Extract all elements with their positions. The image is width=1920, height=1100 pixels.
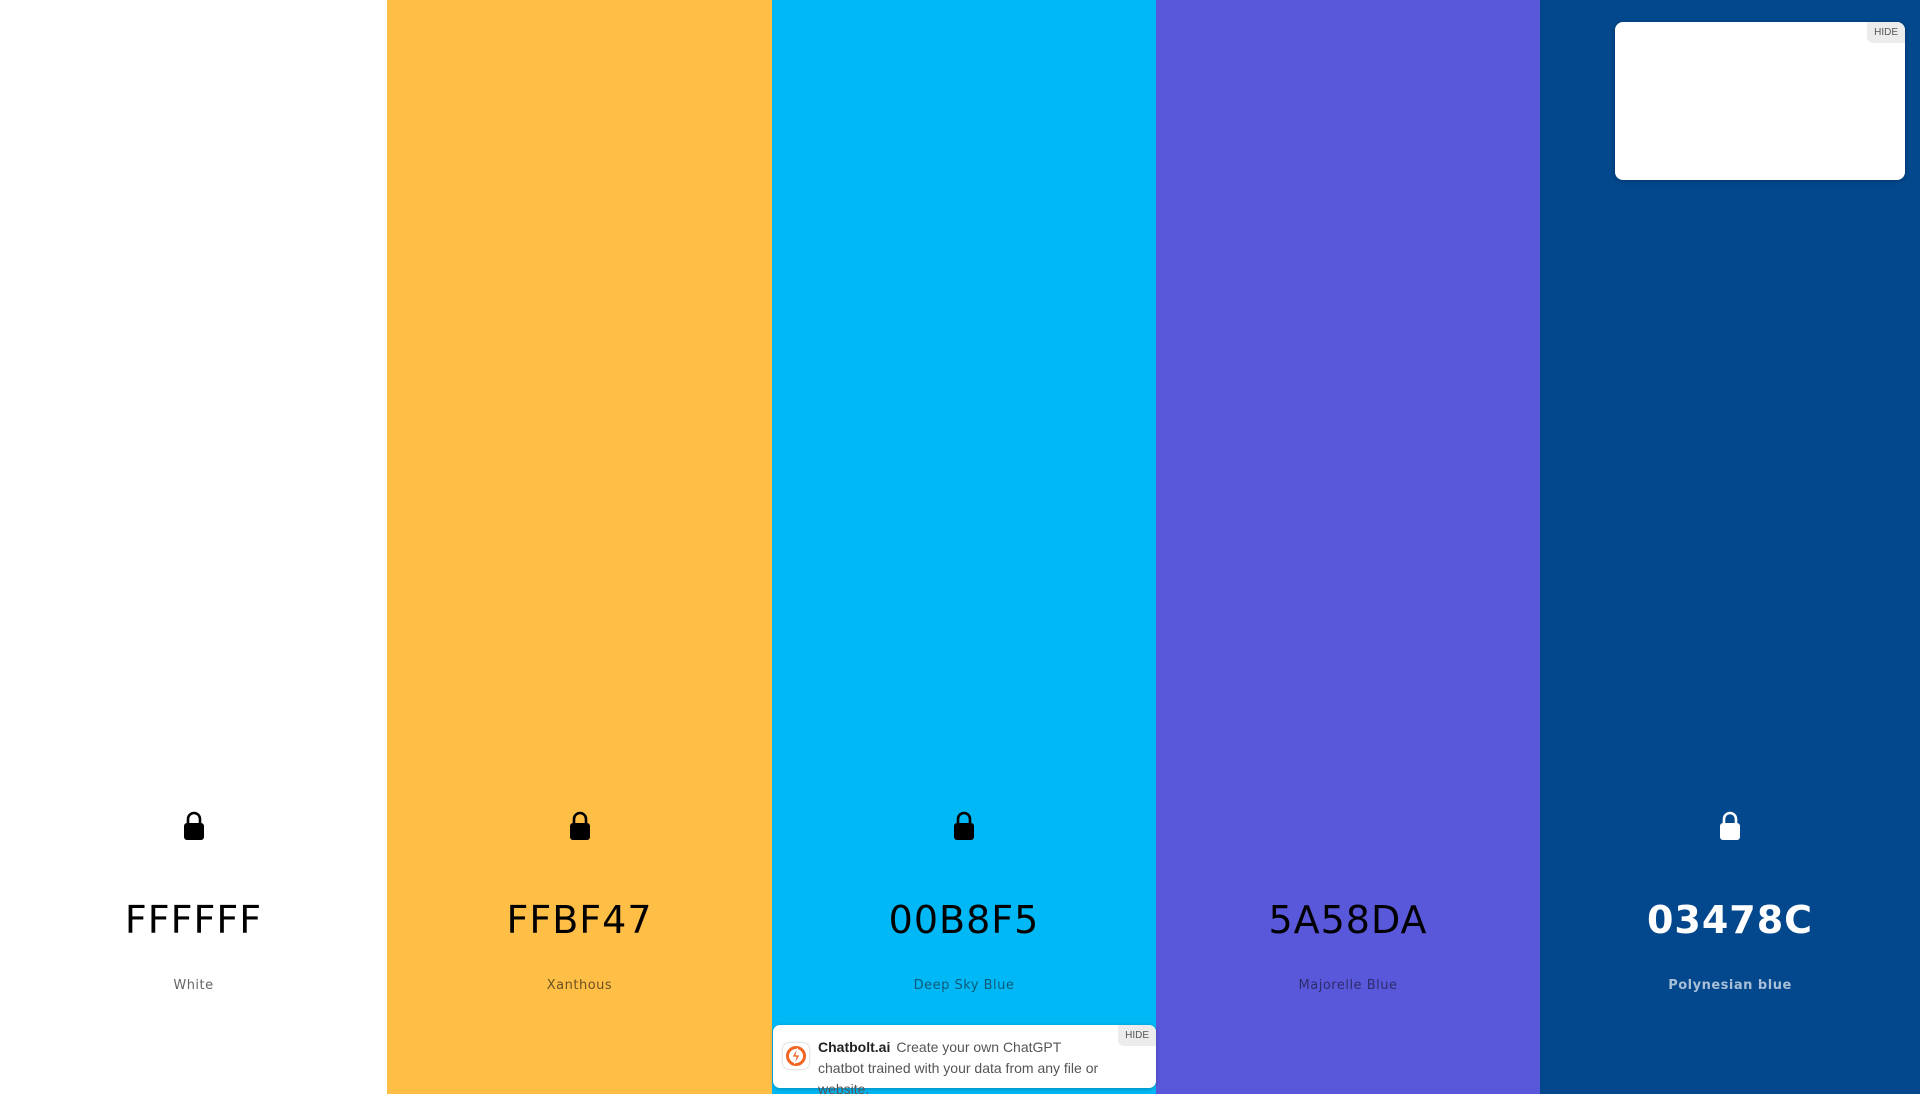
swatch-ffffff[interactable]: FFFFFF White: [0, 0, 387, 1094]
hex-code[interactable]: 5A58DA: [1156, 898, 1540, 942]
hex-code[interactable]: FFBF47: [387, 898, 772, 942]
lock-icon[interactable]: [1718, 810, 1742, 842]
color-name: Deep Sky Blue: [913, 978, 1015, 993]
color-name: White: [173, 978, 214, 993]
lock-icon[interactable]: [952, 810, 976, 842]
swatch-5a58da[interactable]: 5A58DA Majorelle Blue: [1156, 0, 1540, 1094]
top-ad-hide-button[interactable]: HIDE: [1867, 22, 1905, 43]
chatbolt-hide-button[interactable]: HIDE: [1118, 1025, 1156, 1046]
hex-code[interactable]: 03478C: [1540, 898, 1920, 942]
lock-icon[interactable]: [182, 810, 206, 842]
top-ad-panel: HIDE: [1615, 22, 1905, 180]
color-name: Majorelle Blue: [1298, 978, 1398, 993]
chatbolt-ad-banner[interactable]: Chatbolt.ai Create your own ChatGPT chatb…: [773, 1025, 1156, 1097]
color-name: Polynesian blue: [1668, 978, 1792, 993]
color-name: Xanthous: [546, 978, 613, 993]
swatch-00b8f5[interactable]: 00B8F5 Deep Sky Blue: [772, 0, 1156, 1094]
hex-code[interactable]: FFFFFF: [0, 898, 387, 942]
hex-code[interactable]: 00B8F5: [772, 898, 1156, 942]
lock-icon[interactable]: [568, 810, 592, 842]
swatch-ffbf47[interactable]: FFBF47 Xanthous: [387, 0, 772, 1094]
chatbolt-logo-icon: [783, 1043, 809, 1069]
chatbolt-brand: Chatbolt.ai: [818, 1039, 891, 1055]
chatbolt-ad-text: Chatbolt.ai Create your own ChatGPT chatb…: [818, 1037, 1108, 1100]
